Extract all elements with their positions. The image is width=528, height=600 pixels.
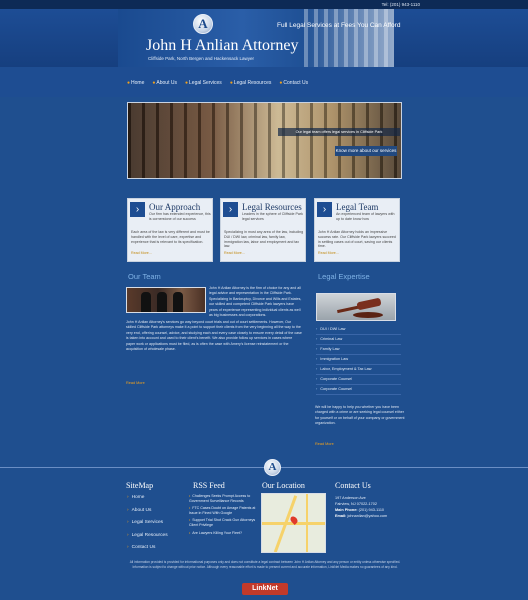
header-tagline: Full Legal Services at Fees You Can Affo… bbox=[277, 22, 401, 29]
feature-body: Each area of the law is very different a… bbox=[131, 230, 210, 244]
chevron-right-icon: › bbox=[316, 337, 318, 341]
feature-subtitle: Our firm has extended experience, this i… bbox=[149, 212, 211, 221]
expertise-note: We will be happy to help you whether you… bbox=[315, 405, 405, 426]
feature-read-more[interactable]: Read More... bbox=[131, 251, 152, 255]
location-map[interactable] bbox=[261, 493, 326, 553]
sitemap-list: › Home › About Us › Legal Services › Legal R… bbox=[127, 495, 168, 558]
feature-title: Legal Resources bbox=[242, 202, 302, 212]
hero-slider[interactable]: Our legal team offers legal services in … bbox=[127, 102, 402, 179]
footer-disclaimer: All information provided is provided for… bbox=[129, 560, 401, 569]
feature-read-more[interactable]: Read More... bbox=[224, 251, 245, 255]
expertise-list: › DUI / DWI Law › Criminal Law › Family Law… bbox=[316, 325, 401, 395]
team-text-more: John H Anlian Attorney's services go way… bbox=[126, 320, 302, 352]
sitemap-item[interactable]: › Legal Resources bbox=[127, 533, 168, 546]
feature-body: Specializing in most any area of the law… bbox=[224, 230, 304, 249]
expertise-item[interactable]: › Criminal Law bbox=[316, 335, 401, 345]
feature-subtitle: An experienced team of lawyers with up t… bbox=[336, 212, 395, 221]
chevron-right-icon: › bbox=[316, 347, 318, 351]
main-nav: ●Home ●About Us ●Legal Services ●Legal R… bbox=[127, 80, 308, 86]
contact-title: Contact Us bbox=[335, 481, 371, 490]
chevron-right-icon: › bbox=[316, 367, 318, 371]
site-subtitle: Cliffside Park, North Bergen and Hackens… bbox=[148, 56, 254, 61]
site-title[interactable]: John H Anlian Attorney bbox=[146, 37, 298, 55]
contact-details: 197 Anderson Ave Fairview, NJ 07022-1702… bbox=[335, 495, 387, 519]
contact-email[interactable]: Email: johnanlian@yahoo.com bbox=[335, 513, 387, 519]
feature-body: John H Anlian Attorney holds an impressi… bbox=[318, 230, 396, 249]
expertise-read-more[interactable]: Read More bbox=[315, 442, 334, 446]
slider-more-button[interactable]: Know more about our services bbox=[335, 146, 397, 156]
team-text: John H Anlian Attorney is the firm of ch… bbox=[209, 286, 302, 318]
feature-title: Legal Team bbox=[336, 202, 379, 212]
arrow-right-icon[interactable]: › bbox=[317, 202, 332, 217]
rss-title: RSS Feed bbox=[193, 481, 225, 490]
feature-legal-team: › Legal Team An experienced team of lawy… bbox=[314, 198, 400, 262]
linknet-logo[interactable]: LinkNet bbox=[242, 583, 288, 595]
sitemap-item[interactable]: › Legal Services bbox=[127, 520, 168, 533]
expertise-item[interactable]: › Corporate Counsel bbox=[316, 375, 401, 385]
logo-icon[interactable]: A bbox=[193, 14, 213, 34]
rss-item[interactable]: • Are Lawyers Killing Your Fleet? bbox=[189, 531, 259, 536]
nav-item-contact-us[interactable]: ●Contact Us bbox=[279, 80, 308, 86]
feature-read-more[interactable]: Read More... bbox=[318, 251, 339, 255]
team-title: Our Team bbox=[128, 272, 161, 281]
expertise-item[interactable]: › Labor, Employment & Tax Law bbox=[316, 365, 401, 375]
rss-item[interactable]: • Challenges Seeks Prompt Access to Gover… bbox=[189, 494, 259, 503]
sitemap-item[interactable]: › About Us bbox=[127, 508, 168, 521]
top-phone: Tel: (201) 943-1110 bbox=[381, 2, 420, 7]
expertise-title: Legal Expertise bbox=[318, 272, 370, 281]
chevron-right-icon: › bbox=[316, 327, 318, 331]
chevron-right-icon: › bbox=[316, 387, 318, 391]
feature-subtitle: Leaders in the sphere of Cliffside Park … bbox=[242, 212, 303, 221]
team-read-more[interactable]: Read More bbox=[126, 381, 145, 385]
top-bar: Tel: (201) 943-1110 bbox=[0, 0, 528, 9]
nav-item-home[interactable]: ●Home bbox=[127, 80, 144, 86]
gavel-image bbox=[316, 293, 396, 321]
feature-title: Our Approach bbox=[149, 202, 201, 212]
nav-item-legal-services[interactable]: ●Legal Services bbox=[185, 80, 222, 86]
expertise-item[interactable]: › Immigration Law bbox=[316, 355, 401, 365]
feature-legal-resources: › Legal Resources Leaders in the sphere … bbox=[220, 198, 306, 262]
expertise-item[interactable]: › DUI / DWI Law bbox=[316, 325, 401, 335]
arrow-right-icon[interactable]: › bbox=[130, 202, 145, 217]
sitemap-item[interactable]: › Home bbox=[127, 495, 168, 508]
slider-caption: Our legal team offers legal services in … bbox=[278, 128, 400, 136]
sitemap-title: SiteMap bbox=[126, 481, 154, 490]
location-title: Our Location bbox=[262, 481, 305, 490]
chevron-right-icon: › bbox=[316, 377, 318, 381]
nav-item-legal-resources[interactable]: ●Legal Resources bbox=[230, 80, 272, 86]
expertise-item[interactable]: › Corporate Counsel bbox=[316, 385, 401, 395]
arrow-right-icon[interactable]: › bbox=[223, 202, 238, 217]
rss-item[interactable]: • Support Trial Shot Crack Gun Attorneys … bbox=[189, 518, 259, 527]
sitemap-item[interactable]: › Contact Us bbox=[127, 545, 168, 558]
chevron-right-icon: › bbox=[316, 357, 318, 361]
footer-logo-icon[interactable]: A bbox=[264, 459, 281, 476]
rss-item[interactable]: • FTC Cases Doubt on Amage Patents at Iss… bbox=[189, 506, 259, 515]
feature-our-approach: › Our Approach Our firm has extended exp… bbox=[127, 198, 213, 262]
nav-item-about-us[interactable]: ●About Us bbox=[152, 80, 177, 86]
rss-list: • Challenges Seeks Prompt Access to Gover… bbox=[189, 494, 259, 538]
team-photo bbox=[126, 287, 206, 313]
expertise-item[interactable]: › Family Law bbox=[316, 345, 401, 355]
